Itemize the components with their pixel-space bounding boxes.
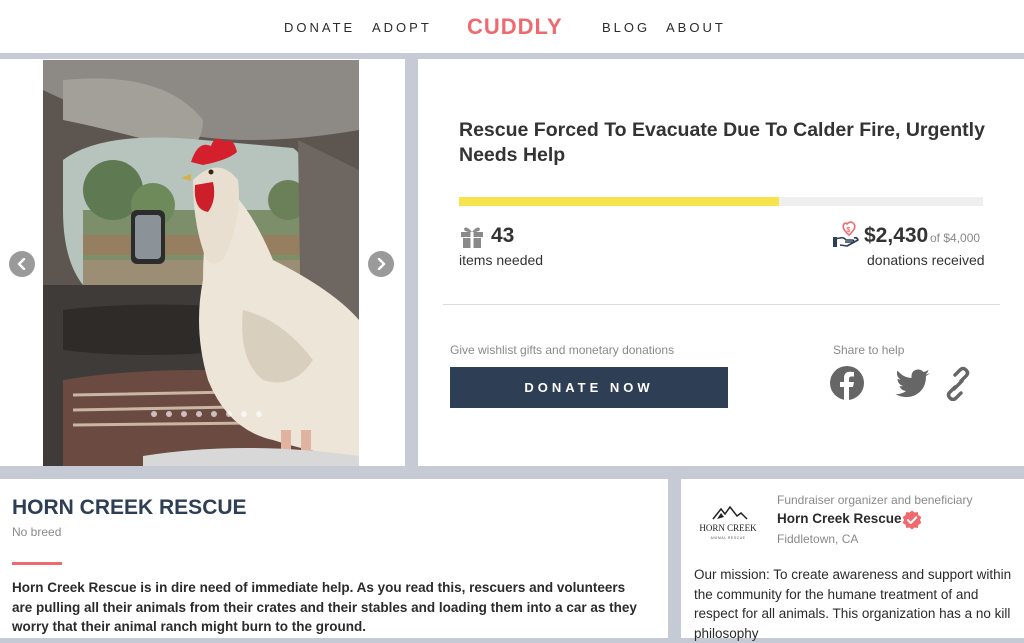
nav-adopt-link[interactable]: ADOPT [372,20,432,35]
org-title: HORN CREEK RESCUE [12,496,247,519]
progress-bar [459,197,983,206]
progress-bar-fill [459,197,779,206]
fundraiser-title: Rescue Forced To Evacuate Due To Calder … [459,119,985,166]
carousel-dot[interactable] [211,411,217,417]
logo-text: HORN CREEK [699,523,757,533]
twitter-icon[interactable] [894,365,932,401]
carousel-dot[interactable] [241,411,247,417]
items-needed-label: items needed [459,252,544,268]
gift-icon [461,227,483,248]
donations-received-label: donations received [867,252,985,268]
amount-raised: $2,430 [864,224,929,247]
carousel-dot[interactable] [226,411,232,417]
heart-hand-icon: $ [833,221,859,247]
photo-carousel [0,59,405,466]
donate-hint: Give wishlist gifts and monetary donatio… [450,343,675,357]
share-label: Share to help [833,343,905,357]
top-nav: DONATE ADOPT CUDDLY BLOG ABOUT [0,0,1024,56]
story-text: Horn Creek Rescue is in dire need of imm… [12,580,637,634]
accent-divider [12,562,62,565]
logo-subtext: ANIMAL RESCUE [711,536,746,540]
goal-value: $4,000 [943,231,981,245]
nav-about-link[interactable]: ABOUT [666,20,726,35]
cuddly-logo[interactable]: CUDDLY [467,14,563,40]
organizer-panel: HORN CREEK ANIMAL RESCUE Fundraiser orga… [681,479,1024,641]
carousel-dot[interactable] [181,411,187,417]
carousel-next-button[interactable] [368,251,394,277]
carousel-prev-button[interactable] [9,251,35,277]
fundraiser-panel: Rescue Forced To Evacuate Due To Calder … [418,59,1024,466]
facebook-icon[interactable] [829,365,865,401]
goal-amount: of $4,000 [930,231,980,245]
organizer-name[interactable]: Horn Creek Rescue [777,511,902,526]
nav-blog-link[interactable]: BLOG [602,20,650,35]
chevron-right-icon [377,258,386,270]
organizer-caption: Fundraiser organizer and beneficiary [777,493,973,507]
divider [443,304,1000,305]
mission-text: Our mission: To create awareness and sup… [694,567,1012,641]
description-panel: HORN CREEK RESCUE No breed Horn Creek Re… [0,479,668,638]
verified-badge-icon [902,510,922,530]
carousel-dot[interactable] [256,411,262,417]
carousel-dot[interactable] [166,411,172,417]
carousel-dot[interactable] [196,411,202,417]
organizer-location: Fiddletown, CA [777,532,859,546]
donate-now-button[interactable]: DONATE NOW [450,367,728,408]
svg-text:$: $ [847,227,851,234]
horn-creek-logo[interactable]: HORN CREEK ANIMAL RESCUE [695,503,761,543]
link-icon[interactable] [942,365,974,401]
carousel-dots [151,411,262,417]
items-needed-count: 43 [491,224,515,247]
nav-donate-link[interactable]: DONATE [284,20,355,35]
chevron-left-icon [17,258,26,270]
goal-prefix: of [930,231,941,245]
carousel-dot[interactable] [151,411,157,417]
breed-label: No breed [12,525,62,539]
rooster-photo [43,60,359,466]
